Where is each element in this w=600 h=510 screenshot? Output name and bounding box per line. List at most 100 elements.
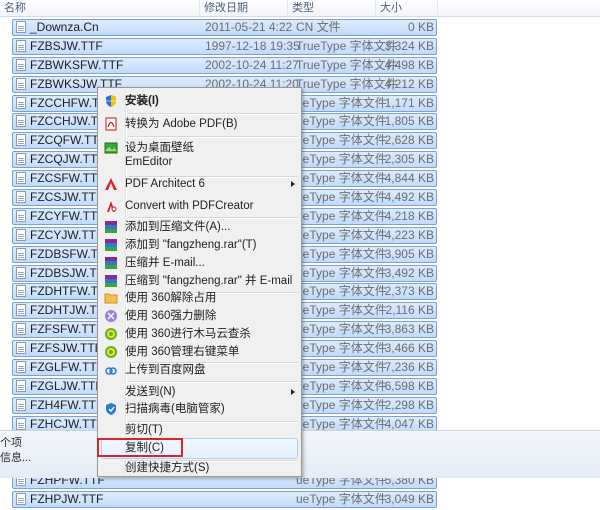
file-icon [16,96,26,109]
file-name: FZCQFW.TTF [30,133,106,148]
folder-lock-icon [104,293,118,304]
file-size: 7,236 KB [384,360,434,375]
file-size: 4,223 KB [384,227,434,242]
file-size: 2,298 KB [384,397,434,412]
file-name: FZHPJW.TTF [30,492,104,507]
file-icon [16,247,26,260]
file-icon [16,172,26,185]
file-date: 1997-12-18 19:35 [205,38,300,53]
column-type[interactable]: 类型 [288,0,376,16]
winrar-icon [105,275,117,287]
menu-label: 扫描病毒(电脑管家) [125,403,225,415]
menu-item-convert-pdf[interactable]: 转换为 Adobe PDF(B) [98,113,301,135]
file-row[interactable]: FZHPJW.TTF ueType 字体文件 3,049 KB [0,491,600,509]
file-icon [16,134,26,147]
file-icon [16,115,26,128]
menu-item-emeditor[interactable]: EmEditor [98,151,301,173]
shield-icon [106,95,116,107]
file-size: 3,863 KB [384,322,434,337]
file-name: FZCSJW.TTF [30,190,104,205]
file-name: FZGLFW.TTF [30,360,104,375]
pdfcreator-icon [107,201,117,212]
file-date: 2011-05-21 4:22 [205,20,293,34]
status-info: 信息... [0,452,32,464]
file-name: FZGLJW.TTF [30,378,103,393]
column-size[interactable]: 大小 [376,0,438,16]
file-type: CN 文件 [296,20,341,34]
column-name[interactable]: 名称 [0,0,200,16]
file-icon [16,153,26,166]
file-size: 2,305 KB [384,152,434,167]
menu-label: PDF Architect 6 [125,178,205,190]
menu-item-install[interactable]: 安装(I) [98,90,301,112]
360-icon [105,346,117,358]
baidu-cloud-icon [105,367,117,375]
winrar-icon [105,257,117,269]
file-date: 2002-10-24 11:27 [205,57,299,72]
winrar-icon [105,239,117,251]
file-name: FZBWKSFW.TTF [30,57,124,72]
pdf-architect-icon [105,178,117,190]
menu-item-pdfcreator[interactable]: Convert with PDFCreator [98,195,301,217]
file-size: 3,324 KB [384,38,434,53]
file-icon [16,493,26,506]
file-size: 4,844 KB [384,171,434,186]
annotation-highlight-box [97,438,183,457]
file-icon [16,379,26,392]
file-name: FZCSFW.TTF [30,171,105,186]
winrar-icon [105,221,117,233]
file-row[interactable]: FZBWKSFW.TTF 2002-10-24 11:27 TrueType 字体文… [0,56,600,75]
menu-item-create-shortcut[interactable]: 创建快捷方式(S) [98,457,301,479]
file-size: 0 KB [407,20,434,34]
submenu-arrow-icon [291,181,295,187]
file-size: 3,492 KB [384,265,434,280]
menu-label: EmEditor [125,156,173,168]
file-icon [16,266,26,279]
file-size: 4,498 KB [384,57,434,72]
file-size: 4,218 KB [384,208,434,223]
file-icon [16,398,26,411]
file-name: FZCQJW.TTF [30,152,105,167]
file-size: 1,805 KB [384,114,434,129]
file-icon [16,304,26,317]
file-size: 3,905 KB [384,246,434,261]
adobe-pdf-icon [105,117,117,131]
file-size: 4,212 KB [384,76,434,91]
file-size: 2,116 KB [385,303,434,318]
file-icon [16,39,26,52]
file-icon [16,77,26,90]
file-icon [16,58,26,71]
pc-manager-icon [106,403,116,415]
file-name: FZBSJW.TTF [30,38,103,53]
file-name: FZH4FW.TTF [30,397,104,412]
menu-item-scan-virus[interactable]: 扫描病毒(电脑管家) [98,398,301,420]
file-name: FZCYJW.TTF [30,227,104,242]
file-icon [16,285,26,298]
menu-label: 创建快捷方式(S) [125,462,210,474]
file-name: _Downza.Cn [30,20,99,34]
menu-label: 转换为 Adobe PDF(B) [125,118,238,130]
menu-label: 安装(I) [125,95,159,107]
column-date[interactable]: 修改日期 [200,0,288,16]
menu-item-upload-baidu[interactable]: 上传到百度网盘 [98,359,301,381]
context-menu: 安装(I) 转换为 Adobe PDF(B) 设为桌面壁纸 EmEditor P… [97,87,302,477]
file-icon [16,342,26,355]
file-icon [16,417,26,430]
file-icon [16,209,26,222]
file-size: 4,492 KB [384,190,434,205]
column-header: 名称 修改日期 类型 大小 [0,0,600,17]
menu-item-pdf-architect[interactable]: PDF Architect 6 [98,173,301,195]
submenu-arrow-icon [291,389,295,395]
file-name: FZFSFW.TTF [30,322,104,337]
file-name: FZFSJW.TTF [30,341,102,356]
file-size: 3,466 KB [384,341,434,356]
file-row[interactable]: FZBSJW.TTF 1997-12-18 19:35 TrueType 字体文件 3… [0,37,600,56]
file-name: FZCYFW.TTF [30,208,105,223]
file-size: 3,049 KB [384,492,434,507]
file-icon [16,228,26,241]
force-delete-icon [105,310,117,322]
status-item-count: 个项 [0,437,22,449]
file-row[interactable]: _Downza.Cn 2011-05-21 4:22 CN 文件 0 KB [0,19,600,37]
file-size: 6,598 KB [384,378,434,393]
file-size: 1,171 KB [384,95,434,110]
